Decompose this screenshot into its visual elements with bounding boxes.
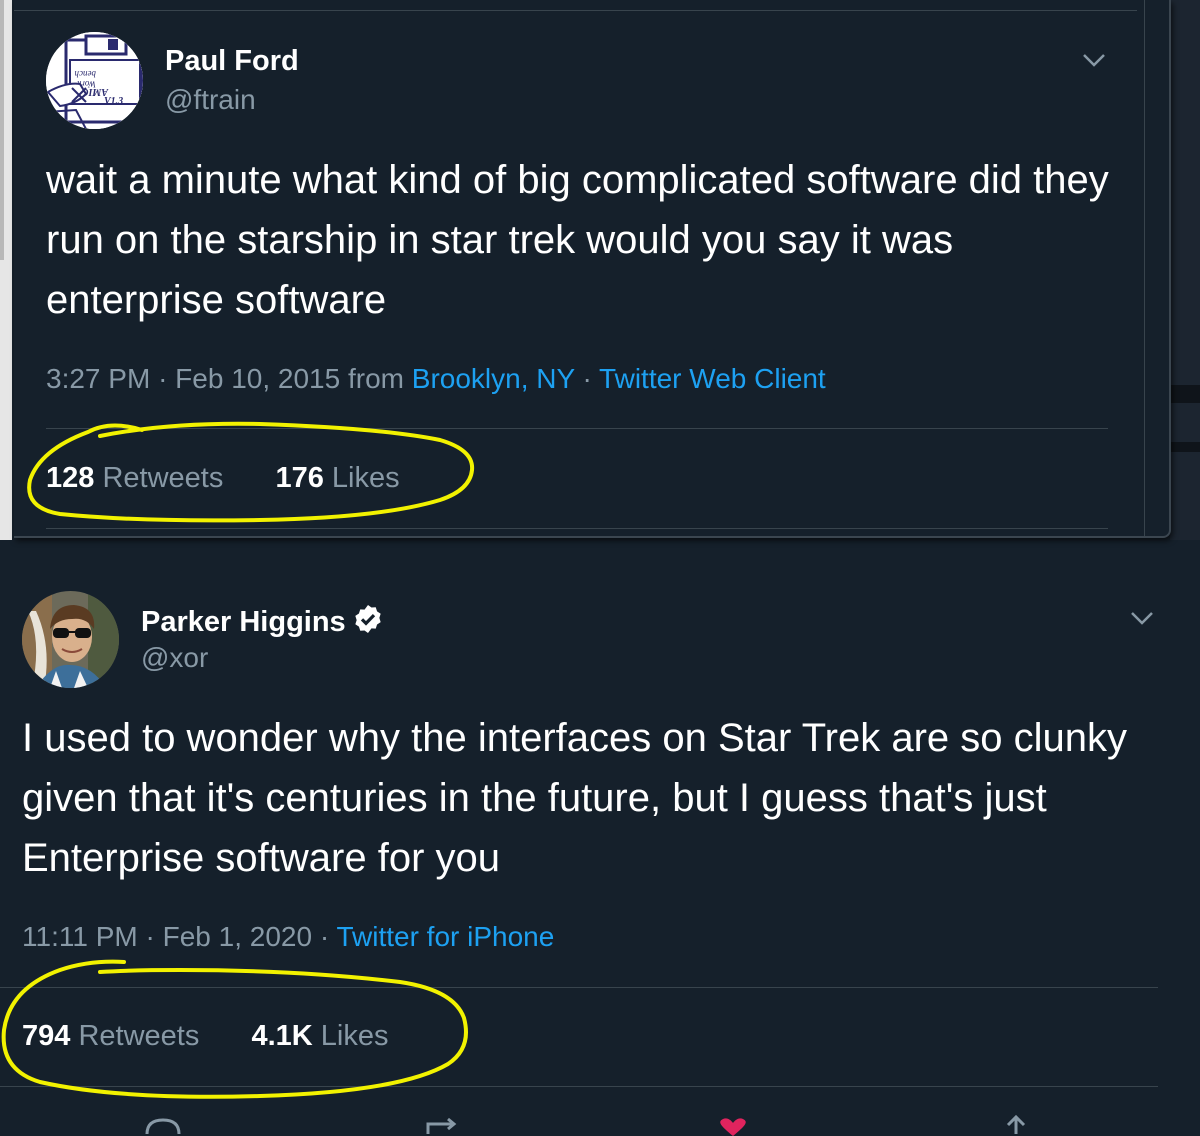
separator: · xyxy=(582,363,592,394)
separator: · xyxy=(145,921,155,952)
divider xyxy=(0,987,1158,988)
disk-label-bench: bench xyxy=(74,69,96,79)
separator: · xyxy=(158,363,168,394)
retweet-icon[interactable] xyxy=(424,1116,464,1136)
location-link[interactable]: Brooklyn, NY xyxy=(412,363,575,394)
author-handle[interactable]: @xor xyxy=(141,642,208,674)
likes-stat[interactable]: 176 Likes xyxy=(275,462,399,494)
retweets-label: Retweets xyxy=(78,1020,200,1052)
retweets-label: Retweets xyxy=(102,462,224,494)
divider xyxy=(14,10,1137,11)
background-window-right xyxy=(1170,0,1200,540)
divider xyxy=(46,428,1108,429)
likes-label: Likes xyxy=(331,462,400,494)
background-scrollbar xyxy=(0,0,4,260)
tweet-meta: 3:27 PM · Feb 10, 2015 from Brooklyn, NY… xyxy=(46,363,826,395)
chevron-down-icon[interactable] xyxy=(1130,610,1154,626)
likes-count: 176 xyxy=(275,462,324,494)
tweet-date[interactable]: Feb 10, 2015 xyxy=(175,363,340,394)
avatar-image xyxy=(22,591,119,688)
tweet-stats: 128 Retweets 176 Likes xyxy=(46,462,400,495)
amiga-disk-avatar: bench Work AMIGA V1.3 xyxy=(46,32,143,129)
disk-label-version: V1.3 xyxy=(104,96,123,107)
tweet-text: I used to wonder why the interfaces on S… xyxy=(22,716,1127,880)
tweet-time[interactable]: 11:11 PM xyxy=(22,921,138,952)
verified-badge-icon xyxy=(355,605,381,633)
author-name-text[interactable]: Parker Higgins xyxy=(141,606,346,638)
chevron-down-icon[interactable] xyxy=(1082,52,1106,68)
tweet-time[interactable]: 3:27 PM xyxy=(46,363,150,394)
screenshot-window: bench Work AMIGA V1.3 Paul Ford @ftrain … xyxy=(14,0,1171,538)
retweets-count: 794 xyxy=(22,1020,71,1052)
retweets-count: 128 xyxy=(46,462,95,494)
from-word: from xyxy=(347,363,404,394)
tweet-meta: 11:11 PM · Feb 1, 2020 · Twitter for iPh… xyxy=(22,921,554,953)
divider xyxy=(46,528,1108,529)
likes-label: Likes xyxy=(320,1020,389,1052)
tweet-date[interactable]: Feb 1, 2020 xyxy=(163,921,312,952)
tweet-text: wait a minute what kind of big complicat… xyxy=(46,158,1109,322)
source-link[interactable]: Twitter for iPhone xyxy=(336,921,554,952)
tweet-stats: 794 Retweets 4.1K Likes xyxy=(22,1020,389,1053)
likes-count: 4.1K xyxy=(251,1020,313,1052)
author-name[interactable]: Parker Higgins xyxy=(141,603,384,639)
window-inner-border xyxy=(1144,0,1145,536)
avatar[interactable]: bench Work AMIGA V1.3 xyxy=(46,32,143,129)
author-handle[interactable]: @ftrain xyxy=(165,84,256,116)
source-link[interactable]: Twitter Web Client xyxy=(599,363,826,394)
reply-icon[interactable] xyxy=(143,1116,183,1136)
separator: · xyxy=(319,921,330,952)
retweets-stat[interactable]: 794 Retweets xyxy=(22,1020,199,1052)
avatar[interactable] xyxy=(22,591,119,688)
divider xyxy=(0,1086,1158,1087)
likes-stat[interactable]: 4.1K Likes xyxy=(251,1020,388,1052)
like-heart-icon[interactable] xyxy=(713,1116,753,1136)
retweets-stat[interactable]: 128 Retweets xyxy=(46,462,223,494)
share-icon[interactable] xyxy=(996,1114,1036,1134)
author-name[interactable]: Paul Ford xyxy=(165,45,299,78)
